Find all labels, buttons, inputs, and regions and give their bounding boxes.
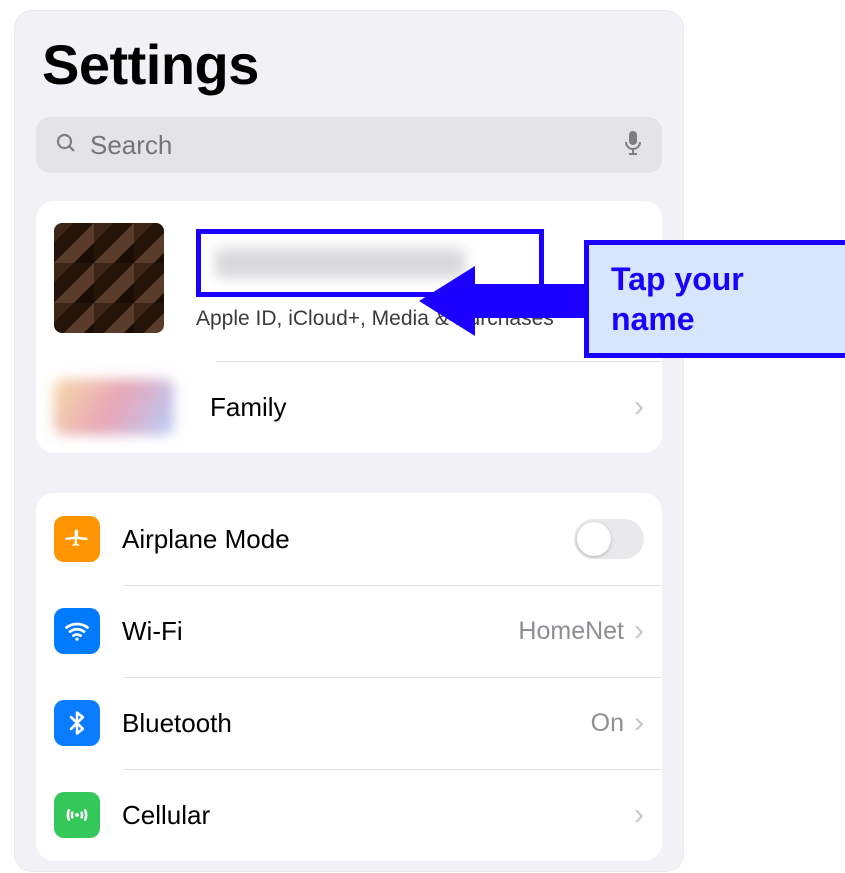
airplane-icon	[54, 516, 100, 562]
wifi-icon	[54, 608, 100, 654]
airplane-label: Airplane Mode	[122, 524, 290, 555]
cellular-row[interactable]: Cellular ›	[36, 769, 662, 861]
wifi-row[interactable]: Wi-Fi HomeNet ›	[36, 585, 662, 677]
search-icon	[54, 131, 78, 160]
account-subtitle: Apple ID, iCloud+, Media & Purchases	[196, 307, 554, 331]
bluetooth-value: On	[591, 709, 624, 738]
chevron-right-icon: ›	[624, 614, 644, 648]
account-name-highlight[interactable]	[196, 229, 544, 297]
chevron-right-icon: ›	[624, 706, 644, 740]
connectivity-card: Airplane Mode Wi-Fi HomeNet › Bluetooth …	[36, 493, 662, 861]
search-field[interactable]	[36, 117, 662, 173]
wifi-label: Wi-Fi	[122, 616, 183, 647]
airplane-toggle[interactable]	[574, 519, 644, 559]
family-label: Family	[210, 392, 287, 423]
chevron-right-icon: ›	[624, 798, 644, 832]
apple-id-row[interactable]: Apple ID, iCloud+, Media & Purchases	[36, 201, 662, 361]
cellular-label: Cellular	[122, 800, 210, 831]
avatar	[54, 223, 164, 333]
wifi-value: HomeNet	[518, 617, 624, 646]
family-row[interactable]: Family ›	[36, 361, 662, 453]
bluetooth-label: Bluetooth	[122, 708, 232, 739]
family-avatar	[54, 379, 174, 435]
microphone-icon[interactable]	[622, 129, 644, 162]
cellular-icon	[54, 792, 100, 838]
settings-screen: Settings Apple ID, iClo	[14, 10, 684, 872]
airplane-mode-row[interactable]: Airplane Mode	[36, 493, 662, 585]
page-title: Settings	[42, 32, 656, 97]
bluetooth-row[interactable]: Bluetooth On ›	[36, 677, 662, 769]
account-card: Apple ID, iCloud+, Media & Purchases Fam…	[36, 201, 662, 453]
search-input[interactable]	[88, 129, 612, 162]
account-name-redacted	[215, 248, 465, 278]
bluetooth-icon	[54, 700, 100, 746]
chevron-right-icon: ›	[624, 390, 644, 424]
account-text: Apple ID, iCloud+, Media & Purchases	[196, 223, 554, 331]
